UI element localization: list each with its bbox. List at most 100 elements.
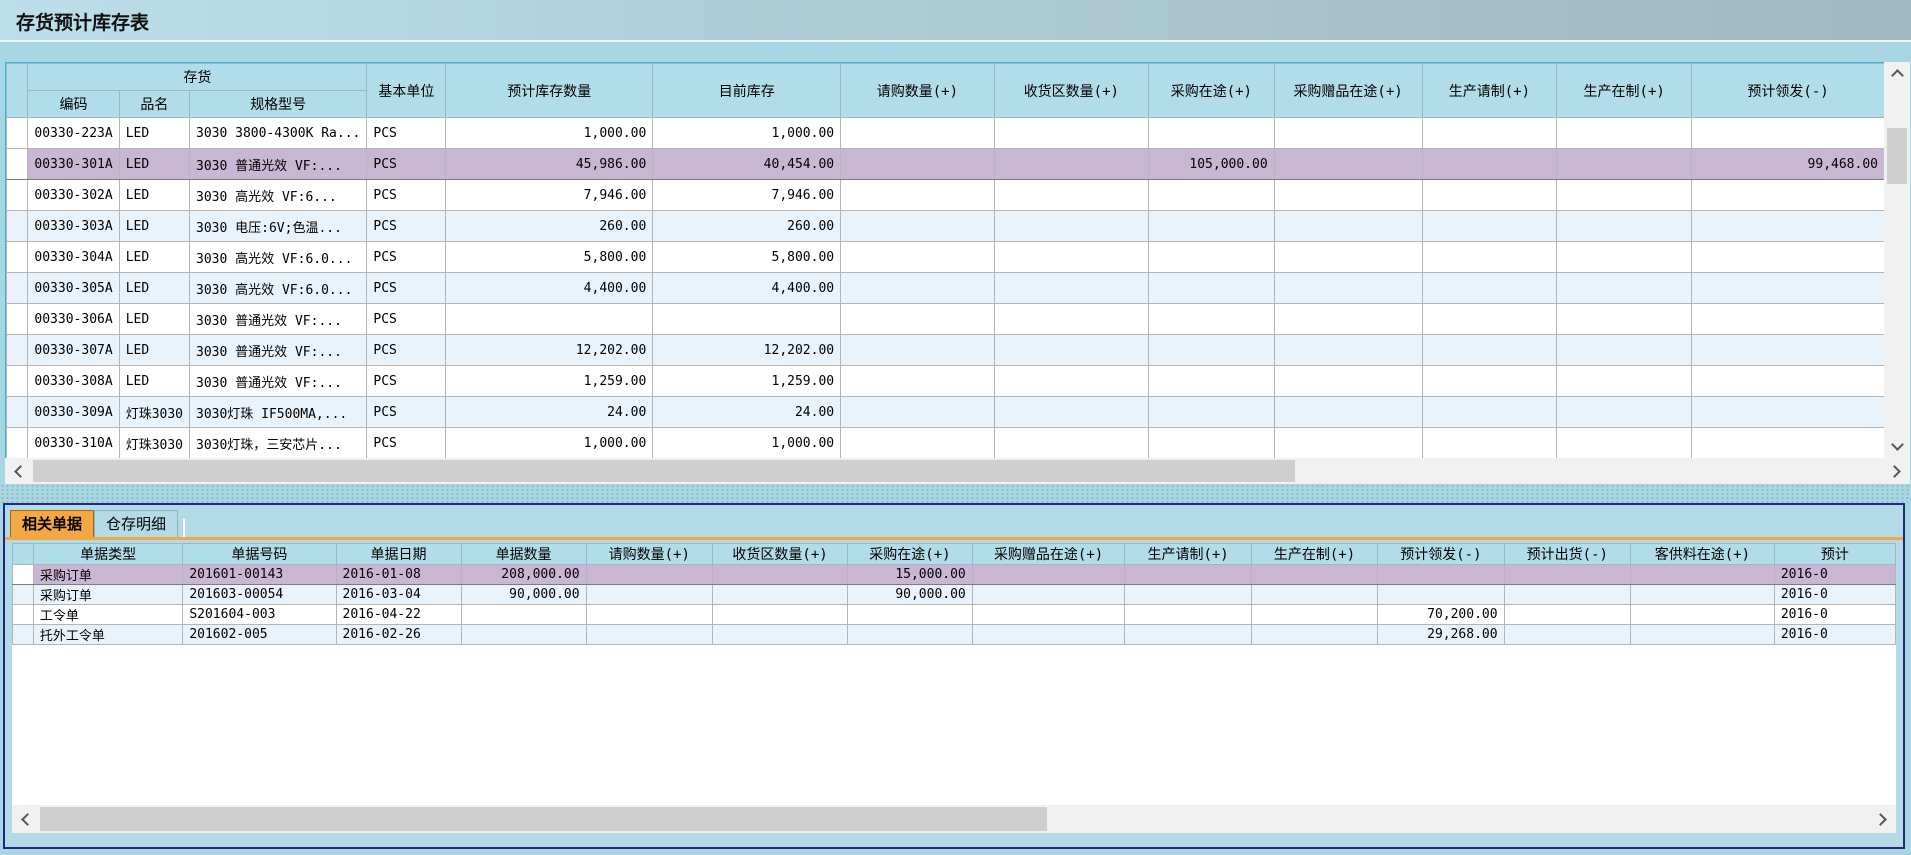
row-selector-cell[interactable]: [13, 605, 34, 625]
column-header[interactable]: 生产在制(+): [1557, 64, 1692, 118]
inventory-row[interactable]: 00330-306ALED3030 普通光效 VF:...PCS: [7, 304, 1885, 335]
cell[interactable]: 1,259.00: [446, 366, 653, 397]
cell[interactable]: [1557, 242, 1692, 273]
column-header[interactable]: 预计领发(-): [1378, 544, 1504, 565]
inventory-row[interactable]: 00330-302ALED3030 高光效 VF:6...PCS7,946.00…: [7, 180, 1885, 211]
cell[interactable]: 24.00: [446, 397, 653, 428]
cell[interactable]: 00330-223A: [28, 118, 119, 149]
cell[interactable]: LED: [119, 180, 189, 211]
cell[interactable]: 3030 高光效 VF:6.0...: [190, 273, 367, 304]
cell[interactable]: [1692, 273, 1885, 304]
cell[interactable]: [1422, 304, 1557, 335]
cell[interactable]: [994, 366, 1148, 397]
cell[interactable]: 3030 普通光效 VF:...: [190, 149, 367, 180]
cell[interactable]: [841, 118, 995, 149]
cell[interactable]: PCS: [367, 180, 446, 211]
cell[interactable]: [712, 605, 847, 625]
cell[interactable]: 00330-301A: [28, 149, 119, 180]
inventory-row[interactable]: 00330-308ALED3030 普通光效 VF:...PCS1,259.00…: [7, 366, 1885, 397]
cell[interactable]: [841, 366, 995, 397]
inventory-row[interactable]: 00330-307ALED3030 普通光效 VF:...PCS12,202.0…: [7, 335, 1885, 366]
cell[interactable]: [841, 397, 995, 428]
cell[interactable]: 40,454.00: [653, 149, 841, 180]
cell[interactable]: 2016-02-26: [336, 625, 461, 645]
document-row[interactable]: 托外工令单201602-0052016-02-2629,268.002016-0: [13, 625, 1896, 645]
cell[interactable]: [1692, 242, 1885, 273]
column-header[interactable]: 客供料在途(+): [1630, 544, 1774, 565]
cell[interactable]: [1125, 605, 1251, 625]
cell[interactable]: 3030灯珠 IF500MA,...: [190, 397, 367, 428]
documents-hscrollbar[interactable]: [12, 805, 1896, 833]
cell[interactable]: [1557, 211, 1692, 242]
cell[interactable]: [1378, 565, 1504, 585]
cell[interactable]: 3030 普通光效 VF:...: [190, 304, 367, 335]
cell[interactable]: 260.00: [446, 211, 653, 242]
cell[interactable]: 1,000.00: [653, 428, 841, 459]
cell[interactable]: [841, 304, 995, 335]
column-header[interactable]: 单据日期: [336, 544, 461, 565]
cell[interactable]: [841, 335, 995, 366]
row-selector-cell[interactable]: [7, 273, 28, 304]
hscroll-thumb[interactable]: [33, 460, 1295, 482]
cell[interactable]: 2016-0: [1774, 605, 1895, 625]
cell[interactable]: [1274, 397, 1422, 428]
inventory-row[interactable]: 00330-305ALED3030 高光效 VF:6.0...PCS4,400.…: [7, 273, 1885, 304]
scroll-up-button[interactable]: [1884, 62, 1910, 86]
column-header[interactable]: 收货区数量(+): [994, 64, 1148, 118]
cell[interactable]: [1149, 180, 1275, 211]
row-selector-cell[interactable]: [7, 304, 28, 335]
cell[interactable]: 1,000.00: [446, 428, 653, 459]
cell[interactable]: 29,268.00: [1378, 625, 1504, 645]
cell[interactable]: 托外工令单: [33, 625, 182, 645]
cell[interactable]: [841, 149, 995, 180]
cell[interactable]: 201603-00054: [183, 585, 336, 605]
cell[interactable]: [1630, 605, 1774, 625]
cell[interactable]: 2016-0: [1774, 565, 1895, 585]
cell[interactable]: [1422, 335, 1557, 366]
cell[interactable]: 2016-03-04: [336, 585, 461, 605]
cell[interactable]: [994, 242, 1148, 273]
column-header[interactable]: 生产请制(+): [1422, 64, 1557, 118]
cell[interactable]: [586, 565, 712, 585]
cell[interactable]: LED: [119, 335, 189, 366]
cell[interactable]: [712, 625, 847, 645]
cell[interactable]: [848, 625, 973, 645]
cell[interactable]: [1251, 565, 1377, 585]
column-header[interactable]: 单据数量: [461, 544, 586, 565]
inventory-row[interactable]: 00330-309A灯珠30303030灯珠 IF500MA,...PCS24.…: [7, 397, 1885, 428]
cell[interactable]: [1504, 625, 1630, 645]
cell[interactable]: 4,400.00: [446, 273, 653, 304]
cell[interactable]: [1557, 366, 1692, 397]
column-header[interactable]: 生产请制(+): [1125, 544, 1251, 565]
cell[interactable]: [1149, 304, 1275, 335]
cell[interactable]: [1274, 149, 1422, 180]
cell[interactable]: 201602-005: [183, 625, 336, 645]
cell[interactable]: [1692, 304, 1885, 335]
cell[interactable]: [1125, 625, 1251, 645]
inventory-row[interactable]: 00330-310A灯珠30303030灯珠，三安芯片...PCS1,000.0…: [7, 428, 1885, 459]
cell[interactable]: [586, 585, 712, 605]
column-header[interactable]: 请购数量(+): [586, 544, 712, 565]
row-selector-header[interactable]: [13, 544, 34, 565]
row-selector-header[interactable]: [7, 64, 28, 118]
cell[interactable]: [1692, 335, 1885, 366]
cell[interactable]: 5,800.00: [653, 242, 841, 273]
cell[interactable]: [1149, 366, 1275, 397]
cell[interactable]: [1422, 428, 1557, 459]
cell[interactable]: [1251, 625, 1377, 645]
cell[interactable]: [1149, 242, 1275, 273]
cell[interactable]: [1504, 585, 1630, 605]
cell[interactable]: [653, 304, 841, 335]
cell[interactable]: [1149, 211, 1275, 242]
cell[interactable]: PCS: [367, 211, 446, 242]
row-selector-cell[interactable]: [7, 149, 28, 180]
cell[interactable]: [1630, 565, 1774, 585]
cell[interactable]: [1274, 304, 1422, 335]
cell[interactable]: LED: [119, 242, 189, 273]
cell[interactable]: [1557, 149, 1692, 180]
column-header[interactable]: 采购在途(+): [1149, 64, 1275, 118]
cell[interactable]: 2016-01-08: [336, 565, 461, 585]
cell[interactable]: [1692, 428, 1885, 459]
cell[interactable]: [1557, 118, 1692, 149]
tab-stock-detail[interactable]: 仓存明细: [94, 510, 178, 537]
